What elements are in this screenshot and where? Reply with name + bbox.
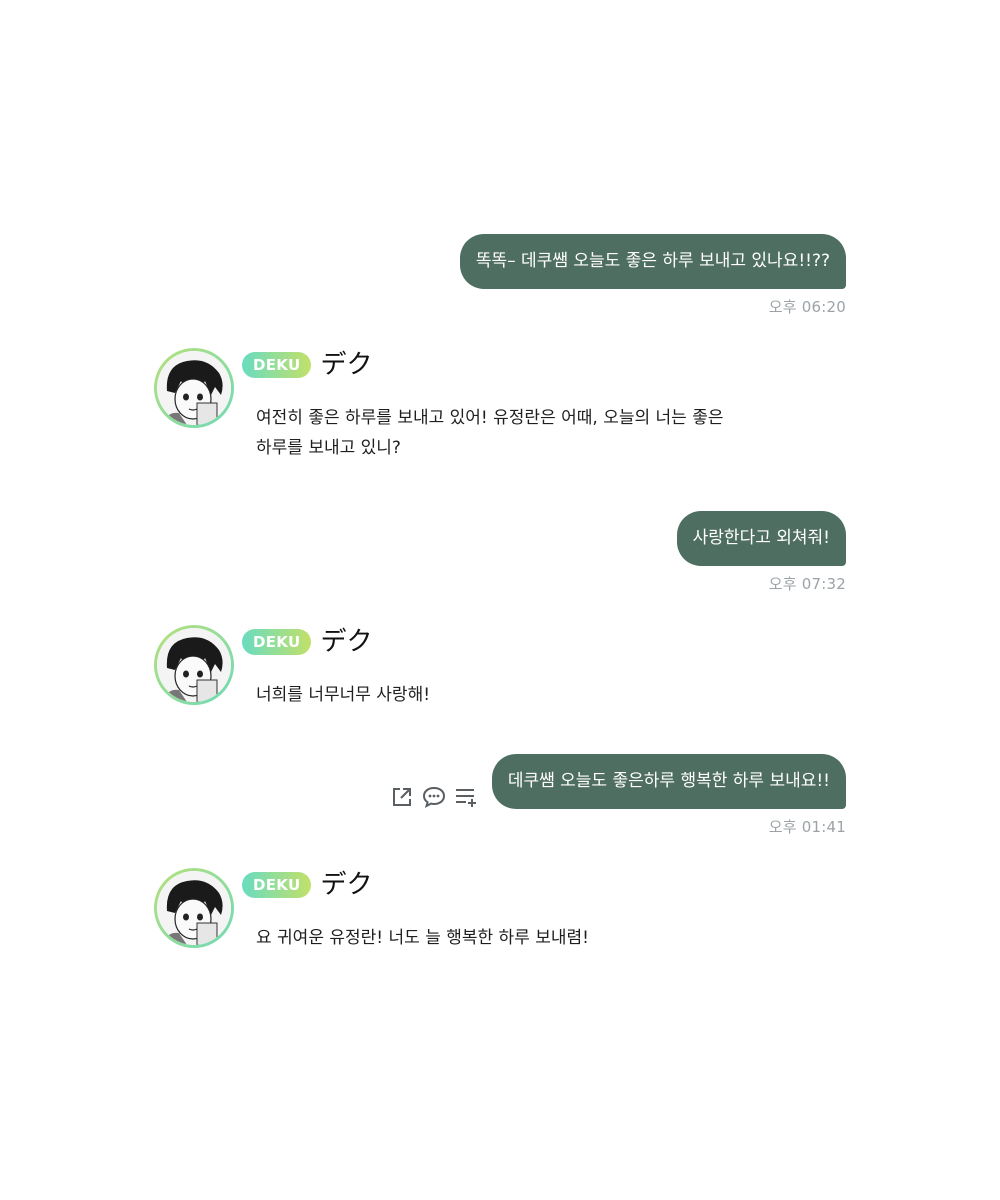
character-name: デク [320,350,373,380]
character-tag: DEKU [242,352,312,378]
user-message: 사랑한다고 외쳐줘! 오후 07:32 [676,511,846,594]
character-header: DEKU デク [242,870,372,900]
character-portrait-icon [157,351,231,425]
character-tag: DEKU [242,629,312,655]
character-message-text: 여전히 좋은 하루를 보내고 있어! 유정란은 어때, 오늘의 너는 좋은 하루… [256,408,724,458]
message-time: 오후 07:32 [768,575,846,593]
message-time: 오후 06:20 [768,298,846,316]
user-message: 데쿠쌤 오늘도 좋은하루 행복한 하루 보내요!! 오후 01:41 [390,754,846,837]
avatar-image [157,628,231,702]
list-add-icon[interactable] [454,785,478,809]
character-message: DEKU デク 여전히 좋은 하루를 보내고 있어! 유정란은 어때, 오늘의 … [154,348,754,468]
character-message-text: 너희를 너무너무 사랑해! [256,685,431,705]
user-message: 똑똑– 데쿠쌤 오늘도 좋은 하루 보내고 있나요!!?? 오후 06:20 [459,234,846,317]
avatar[interactable] [154,625,234,705]
character-header: DEKU デク [242,627,372,657]
character-header: DEKU デク [242,350,372,380]
chat-bubble-icon[interactable] [422,785,446,809]
character-name: デク [320,870,373,900]
avatar[interactable] [154,868,234,948]
message-bubble[interactable]: 데쿠쌤 오늘도 좋은하루 행복한 하루 보내요!! [491,754,846,809]
share-icon[interactable] [390,785,414,809]
avatar-image [157,871,231,945]
character-name: デク [320,627,373,657]
message-actions [390,785,478,809]
character-tag: DEKU [242,872,312,898]
avatar[interactable] [154,348,234,428]
character-message: DEKU デク 너희를 너무너무 사랑해! [154,625,754,715]
character-portrait-icon [157,628,231,702]
avatar-image [157,351,231,425]
character-portrait-icon [157,871,231,945]
bubble-row: 데쿠쌤 오늘도 좋은하루 행복한 하루 보내요!! [390,754,846,809]
message-bubble[interactable]: 똑똑– 데쿠쌤 오늘도 좋은 하루 보내고 있나요!!?? [459,234,846,289]
character-message-text: 요 귀여운 유정란! 너도 늘 행복한 하루 보내렴! [256,928,589,948]
message-bubble[interactable]: 사랑한다고 외쳐줘! [676,511,846,566]
chat-thread: 똑똑– 데쿠쌤 오늘도 좋은 하루 보내고 있나요!!?? 오후 06:20 D… [0,0,1000,1200]
message-time: 오후 01:41 [768,818,846,836]
character-message: DEKU デク 요 귀여운 유정란! 너도 늘 행복한 하루 보내렴! [154,868,754,958]
